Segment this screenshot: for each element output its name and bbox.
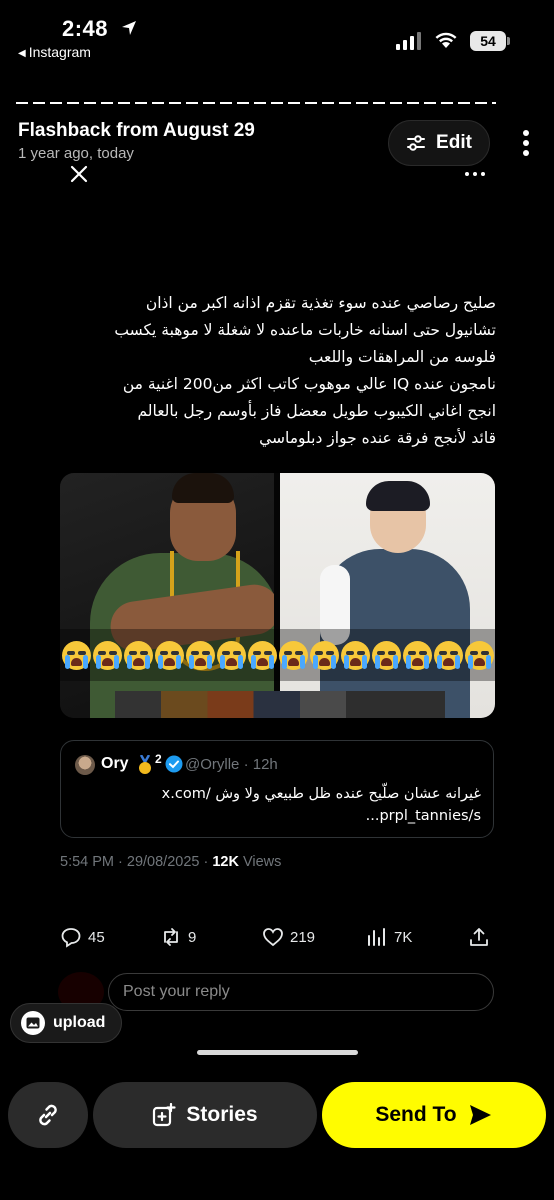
crying-face-emoji: [464, 640, 494, 670]
quoted-text: غيرانه عشان صلّيح عنده ظل طبيعي ولا وش /…: [161, 786, 481, 824]
home-indicator: [197, 1050, 358, 1055]
share-action[interactable]: [468, 926, 490, 948]
crying-face-emoji: [433, 640, 463, 670]
tweet-timestamp: 5:54 PM · 29/08/2025 ·: [60, 854, 213, 870]
like-count: 219: [290, 928, 316, 946]
sliders-icon: [407, 135, 426, 151]
crying-face-emoji: [216, 640, 246, 670]
quoted-badge-number: 2: [155, 752, 162, 766]
back-triangle-icon: ◀: [18, 48, 26, 59]
repost-action[interactable]: 9: [160, 926, 196, 948]
story-progress-dashes: [16, 102, 496, 104]
quoted-tweet-card[interactable]: Ory 2 @Orylle · 12h غيرانه عشان صلّيح عن…: [60, 740, 494, 838]
crying-face-emoji: [185, 640, 215, 670]
add-story-icon: [153, 1103, 176, 1127]
reply-input[interactable]: Post your reply: [108, 973, 494, 1011]
reply-count: 45: [88, 928, 105, 946]
quoted-display-name: Ory: [101, 755, 129, 772]
crying-face-emoji: [247, 640, 277, 670]
medal-icon: [139, 755, 151, 774]
crying-face-emoji: [309, 640, 339, 670]
views-count: 7K: [394, 928, 413, 946]
analytics-bars-icon: [368, 928, 385, 946]
more-horizontal-icon[interactable]: [464, 168, 486, 180]
quoted-avatar: [75, 755, 95, 775]
send-arrow-icon: [469, 1105, 491, 1125]
right-person-hair: [366, 481, 430, 511]
close-icon[interactable]: [68, 163, 90, 185]
media-color-strip: [115, 691, 445, 718]
copy-link-button[interactable]: [8, 1082, 88, 1148]
quoted-handle: @Orylle · 12h: [185, 756, 278, 773]
tweet-text: صليح رصاصي عنده سوء تغذية تقزم اذانه اكب…: [114, 294, 496, 447]
back-app-label: Instagram: [28, 44, 91, 60]
like-action[interactable]: 219: [262, 926, 315, 948]
upload-label: upload: [53, 1014, 106, 1031]
edit-button[interactable]: Edit: [388, 120, 490, 166]
reply-placeholder: Post your reply: [123, 983, 230, 1000]
tweet-meta: 5:54 PM · 29/08/2025 · 12K Views: [60, 854, 281, 870]
verified-badge-icon: [165, 755, 183, 773]
send-to-label: Send To: [375, 1103, 457, 1126]
crying-face-emoji: [61, 640, 91, 670]
repost-count: 9: [188, 928, 197, 946]
views-action[interactable]: 7K: [366, 926, 412, 948]
back-to-app-link[interactable]: ◀ Instagram: [18, 44, 91, 60]
location-arrow-icon: [122, 21, 136, 35]
crying-face-emoji: [340, 640, 370, 670]
upload-button[interactable]: upload: [10, 1003, 122, 1043]
crying-face-emoji: [154, 640, 184, 670]
battery-indicator: 54: [470, 31, 506, 51]
crying-face-emoji: [278, 640, 308, 670]
reply-icon: [61, 928, 81, 948]
crying-face-emoji: [92, 640, 122, 670]
tweet-views-label: Views: [238, 854, 282, 870]
cellular-signal-icon: [396, 32, 421, 50]
crying-face-emoji: [402, 640, 432, 670]
more-vertical-icon[interactable]: [518, 128, 534, 158]
crying-face-emoji: [371, 640, 401, 670]
crying-emoji-strip: [60, 629, 495, 681]
wifi-icon: [435, 32, 457, 48]
tweet-actions: 45 9 219 7K: [60, 926, 496, 954]
link-icon: [39, 1104, 57, 1126]
repost-icon: [164, 928, 178, 946]
stories-label: Stories: [186, 1103, 258, 1126]
share-icon: [470, 928, 488, 946]
stories-button[interactable]: Stories: [93, 1082, 317, 1148]
battery-tip: [507, 37, 510, 45]
media-left-panel: [60, 473, 283, 718]
photo-upload-icon: [21, 1011, 45, 1035]
status-time: 2:48: [62, 16, 109, 41]
flashback-title: Flashback from August 29: [18, 120, 255, 141]
media-right-panel: [280, 473, 495, 718]
send-to-button[interactable]: Send To: [322, 1082, 546, 1148]
crying-face-emoji: [123, 640, 153, 670]
tweet-media-image[interactable]: [60, 473, 495, 718]
status-bar: 2:48 ◀ Instagram 54: [0, 0, 554, 70]
heart-icon: [263, 928, 283, 947]
reply-action[interactable]: 45: [60, 926, 105, 948]
tweet-views-count: 12K: [212, 854, 239, 870]
edit-label: Edit: [436, 132, 472, 153]
left-person-hair: [172, 473, 234, 503]
flashback-subtitle: 1 year ago, today: [18, 145, 134, 162]
